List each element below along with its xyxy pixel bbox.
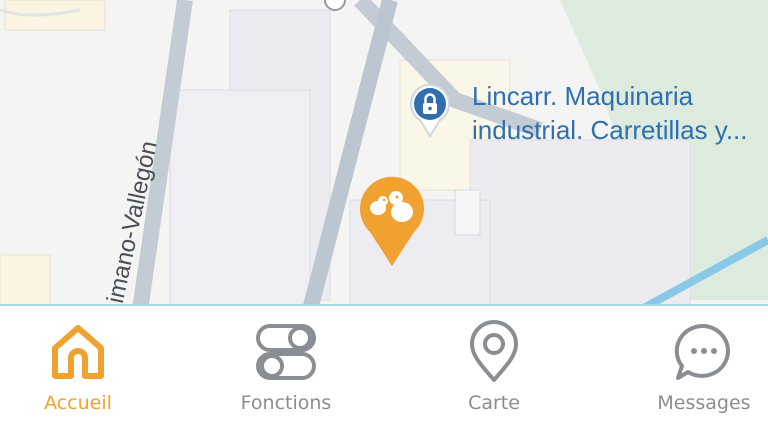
location-marker[interactable] [356,174,428,270]
tab-messages[interactable]: Messages [634,306,768,441]
toggles-icon [254,320,318,389]
birds-icon [360,176,424,266]
location-pin-icon [466,320,522,389]
map-view[interactable]: imano-Vallegón Lincarr. Maquinaria indus… [0,0,768,314]
poi-name-line2[interactable]: industrial. Carretillas y... [472,114,748,146]
poi-name-line1[interactable]: Lincarr. Maquinaria [472,80,693,112]
chat-bubble-icon [672,320,736,389]
poi-marker[interactable] [410,82,450,138]
home-icon [47,320,109,389]
lock-icon [410,83,450,138]
tab-carte[interactable]: Carte [424,306,564,441]
tab-label: Messages [657,392,751,414]
tab-label: Accueil [44,392,112,414]
tab-label: Fonctions [240,392,332,414]
bottom-tab-bar: Accueil Fonctions Carte Messages [0,304,768,441]
tab-label: Carte [468,392,520,414]
tab-fonctions[interactable]: Fonctions [216,306,356,441]
tab-accueil[interactable]: Accueil [8,306,148,441]
